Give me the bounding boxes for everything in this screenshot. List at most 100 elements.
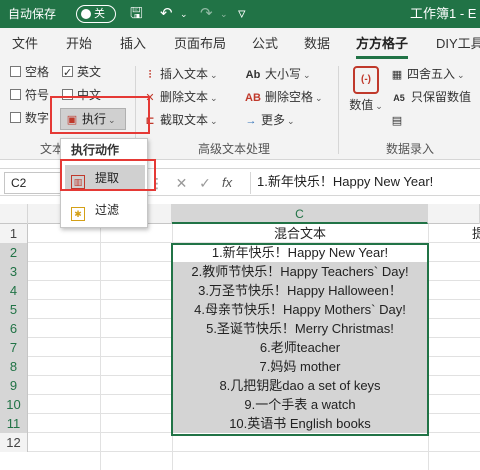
case-label: 大小写	[265, 67, 302, 81]
autosave-label: 自动保存	[8, 7, 57, 21]
extract-text-button[interactable]: ⊏ 截取文本 ⌄	[143, 110, 218, 130]
keep-numeric-icon: A5	[393, 93, 405, 103]
chevron-down-icon[interactable]: ⌄	[220, 0, 228, 28]
chevron-down-icon[interactable]: ⌄	[180, 0, 188, 28]
highlight-execute	[50, 96, 150, 134]
tab-diy-tools[interactable]: DIY工具	[436, 28, 480, 60]
row-header[interactable]: 2	[0, 243, 28, 262]
checkbox-label: 英文	[77, 65, 102, 79]
tab-page-layout[interactable]: 页面布局	[174, 28, 226, 60]
row-header[interactable]: 10	[0, 395, 28, 414]
cell[interactable]: 3.万圣节快乐！Happy Halloween！	[172, 281, 428, 300]
save-icon[interactable]: 🖫	[130, 0, 143, 28]
column-header-d[interactable]	[428, 204, 480, 224]
menu-item-label: 过滤	[95, 203, 120, 217]
table-row: 10 9.一个手表 a watch	[0, 395, 480, 414]
data-entry-icon: ▤	[391, 115, 403, 127]
active-cell[interactable]: 1.新年快乐！Happy New Year!	[172, 243, 428, 262]
row-header[interactable]: 8	[0, 357, 28, 376]
active-tab-indicator	[356, 56, 408, 59]
column-header-c[interactable]: C	[172, 204, 428, 224]
row-header[interactable]: 3	[0, 262, 28, 281]
quick-access-customize-icon[interactable]: ▿	[238, 0, 246, 28]
row-header[interactable]: 1	[0, 224, 28, 243]
tab-insert[interactable]: 插入	[120, 28, 146, 60]
more-label: 更多	[261, 113, 286, 127]
tab-data[interactable]: 数据	[304, 28, 330, 60]
round-icon: ▦	[391, 69, 403, 81]
delete-spaces-button[interactable]: AB 删除空格 ⌄	[244, 87, 323, 107]
chevron-down-icon: ⌄	[287, 116, 295, 126]
table-row: 4 3.万圣节快乐！Happy Halloween！	[0, 281, 480, 300]
chevron-down-icon: ⌄	[210, 93, 218, 103]
menu-item-filter[interactable]: ✱ 过滤	[65, 197, 145, 223]
cell[interactable]: 9.一个手表 a watch	[172, 395, 428, 414]
formula-input[interactable]: 1.新年快乐！Happy New Year!	[250, 172, 478, 194]
chevron-down-icon: ⌄	[375, 101, 383, 111]
cell[interactable]: 8.几把钥匙dao a set of keys	[172, 376, 428, 395]
checkbox-symbol[interactable]: 符号	[10, 85, 49, 105]
table-row: 12	[0, 433, 480, 452]
cell[interactable]: 10.英语书 English books	[172, 414, 428, 433]
checkbox-english[interactable]: 英文	[62, 62, 102, 83]
insert-text-label: 插入文本	[160, 67, 209, 81]
checkbox-icon	[10, 89, 21, 100]
redo-icon[interactable]: ↷	[200, 0, 213, 28]
filter-icon: ✱	[71, 207, 85, 221]
table-row: 2 1.新年快乐！Happy New Year!	[0, 243, 480, 262]
chevron-down-icon: ⌄	[315, 93, 323, 103]
table-row: 11 10.英语书 English books	[0, 414, 480, 433]
spreadsheet-grid: C 1 混合文本 提 2 1.新年快乐！Happy New Year! 3 2.…	[0, 204, 480, 470]
group-label-data-entry: 数据录入	[386, 142, 435, 156]
row-header[interactable]: 5	[0, 300, 28, 319]
checkbox-label: 空格	[25, 65, 50, 79]
cell[interactable]: 提	[428, 224, 480, 243]
row-header[interactable]: 7	[0, 338, 28, 357]
delete-spaces-label: 删除空格	[265, 90, 314, 104]
checkbox-icon	[10, 112, 21, 123]
case-button[interactable]: Ab 大小写 ⌄	[244, 64, 311, 84]
delete-spaces-icon: AB	[245, 92, 261, 104]
row-header[interactable]: 4	[0, 281, 28, 300]
row-header[interactable]: 11	[0, 414, 28, 433]
tab-home[interactable]: 开始	[66, 28, 92, 60]
checkbox-space[interactable]: 空格	[10, 62, 49, 82]
cell[interactable]: 混合文本	[172, 224, 428, 243]
chevron-down-icon: ⌄	[210, 116, 218, 126]
cell[interactable]: 5.圣诞节快乐！Merry Christmas!	[172, 319, 428, 338]
tab-formulas[interactable]: 公式	[252, 28, 278, 60]
cell[interactable]	[172, 433, 428, 452]
select-all-corner[interactable]	[0, 204, 28, 224]
cell[interactable]: 7.妈妈 mother	[172, 357, 428, 376]
fx-icon[interactable]: fx	[222, 172, 232, 194]
autosave-state: 关	[94, 8, 105, 20]
group-separator	[338, 66, 339, 154]
row-header[interactable]: 12	[0, 433, 28, 452]
round-button[interactable]: ▦ 四舍五入 ⌄	[390, 64, 465, 84]
checkbox-number[interactable]: 数字	[10, 108, 49, 128]
title-bar: 自动保存 关 🖫 ↶ ⌄ ↷ ⌄ ▿ 工作簿1 - E	[0, 0, 480, 28]
keep-numeric-button[interactable]: A5 只保留数值	[390, 87, 471, 107]
dropdown-header: 执行动作	[71, 143, 120, 157]
case-icon: Ab	[245, 69, 261, 81]
row-header[interactable]: 9	[0, 376, 28, 395]
table-row: 9 8.几把钥匙dao a set of keys	[0, 376, 480, 395]
more-button[interactable]: → 更多 ⌄	[244, 110, 295, 130]
cell[interactable]: 2.教师节快乐！Happy Teachers` Day!	[172, 262, 428, 281]
data-entry-tool-button[interactable]: ▤	[390, 110, 407, 130]
cell[interactable]: 6.老师teacher	[172, 338, 428, 357]
insert-text-button[interactable]: ⫶ 插入文本 ⌄	[143, 64, 218, 84]
cell[interactable]: 4.母亲节快乐！Happy Mothers` Day!	[172, 300, 428, 319]
ribbon-tabs: 文件 开始 插入 页面布局 公式 数据 方方格子 DIY工具	[0, 28, 480, 60]
round-label: 四舍五入	[407, 67, 456, 81]
checkbox-checked-icon	[62, 63, 73, 83]
tab-file[interactable]: 文件	[12, 28, 38, 60]
numeric-button[interactable]: (-) 数值 ⌄	[347, 64, 385, 122]
toggle-knob	[81, 9, 91, 19]
document-title: 工作簿1 - E	[410, 6, 477, 21]
row-header[interactable]: 6	[0, 319, 28, 338]
delete-text-button[interactable]: ✕ 删除文本 ⌄	[143, 87, 218, 107]
autosave-toggle[interactable]: 关	[76, 5, 116, 23]
undo-icon[interactable]: ↶	[160, 0, 173, 28]
group-label-adv-text: 高级文本处理	[198, 142, 271, 156]
